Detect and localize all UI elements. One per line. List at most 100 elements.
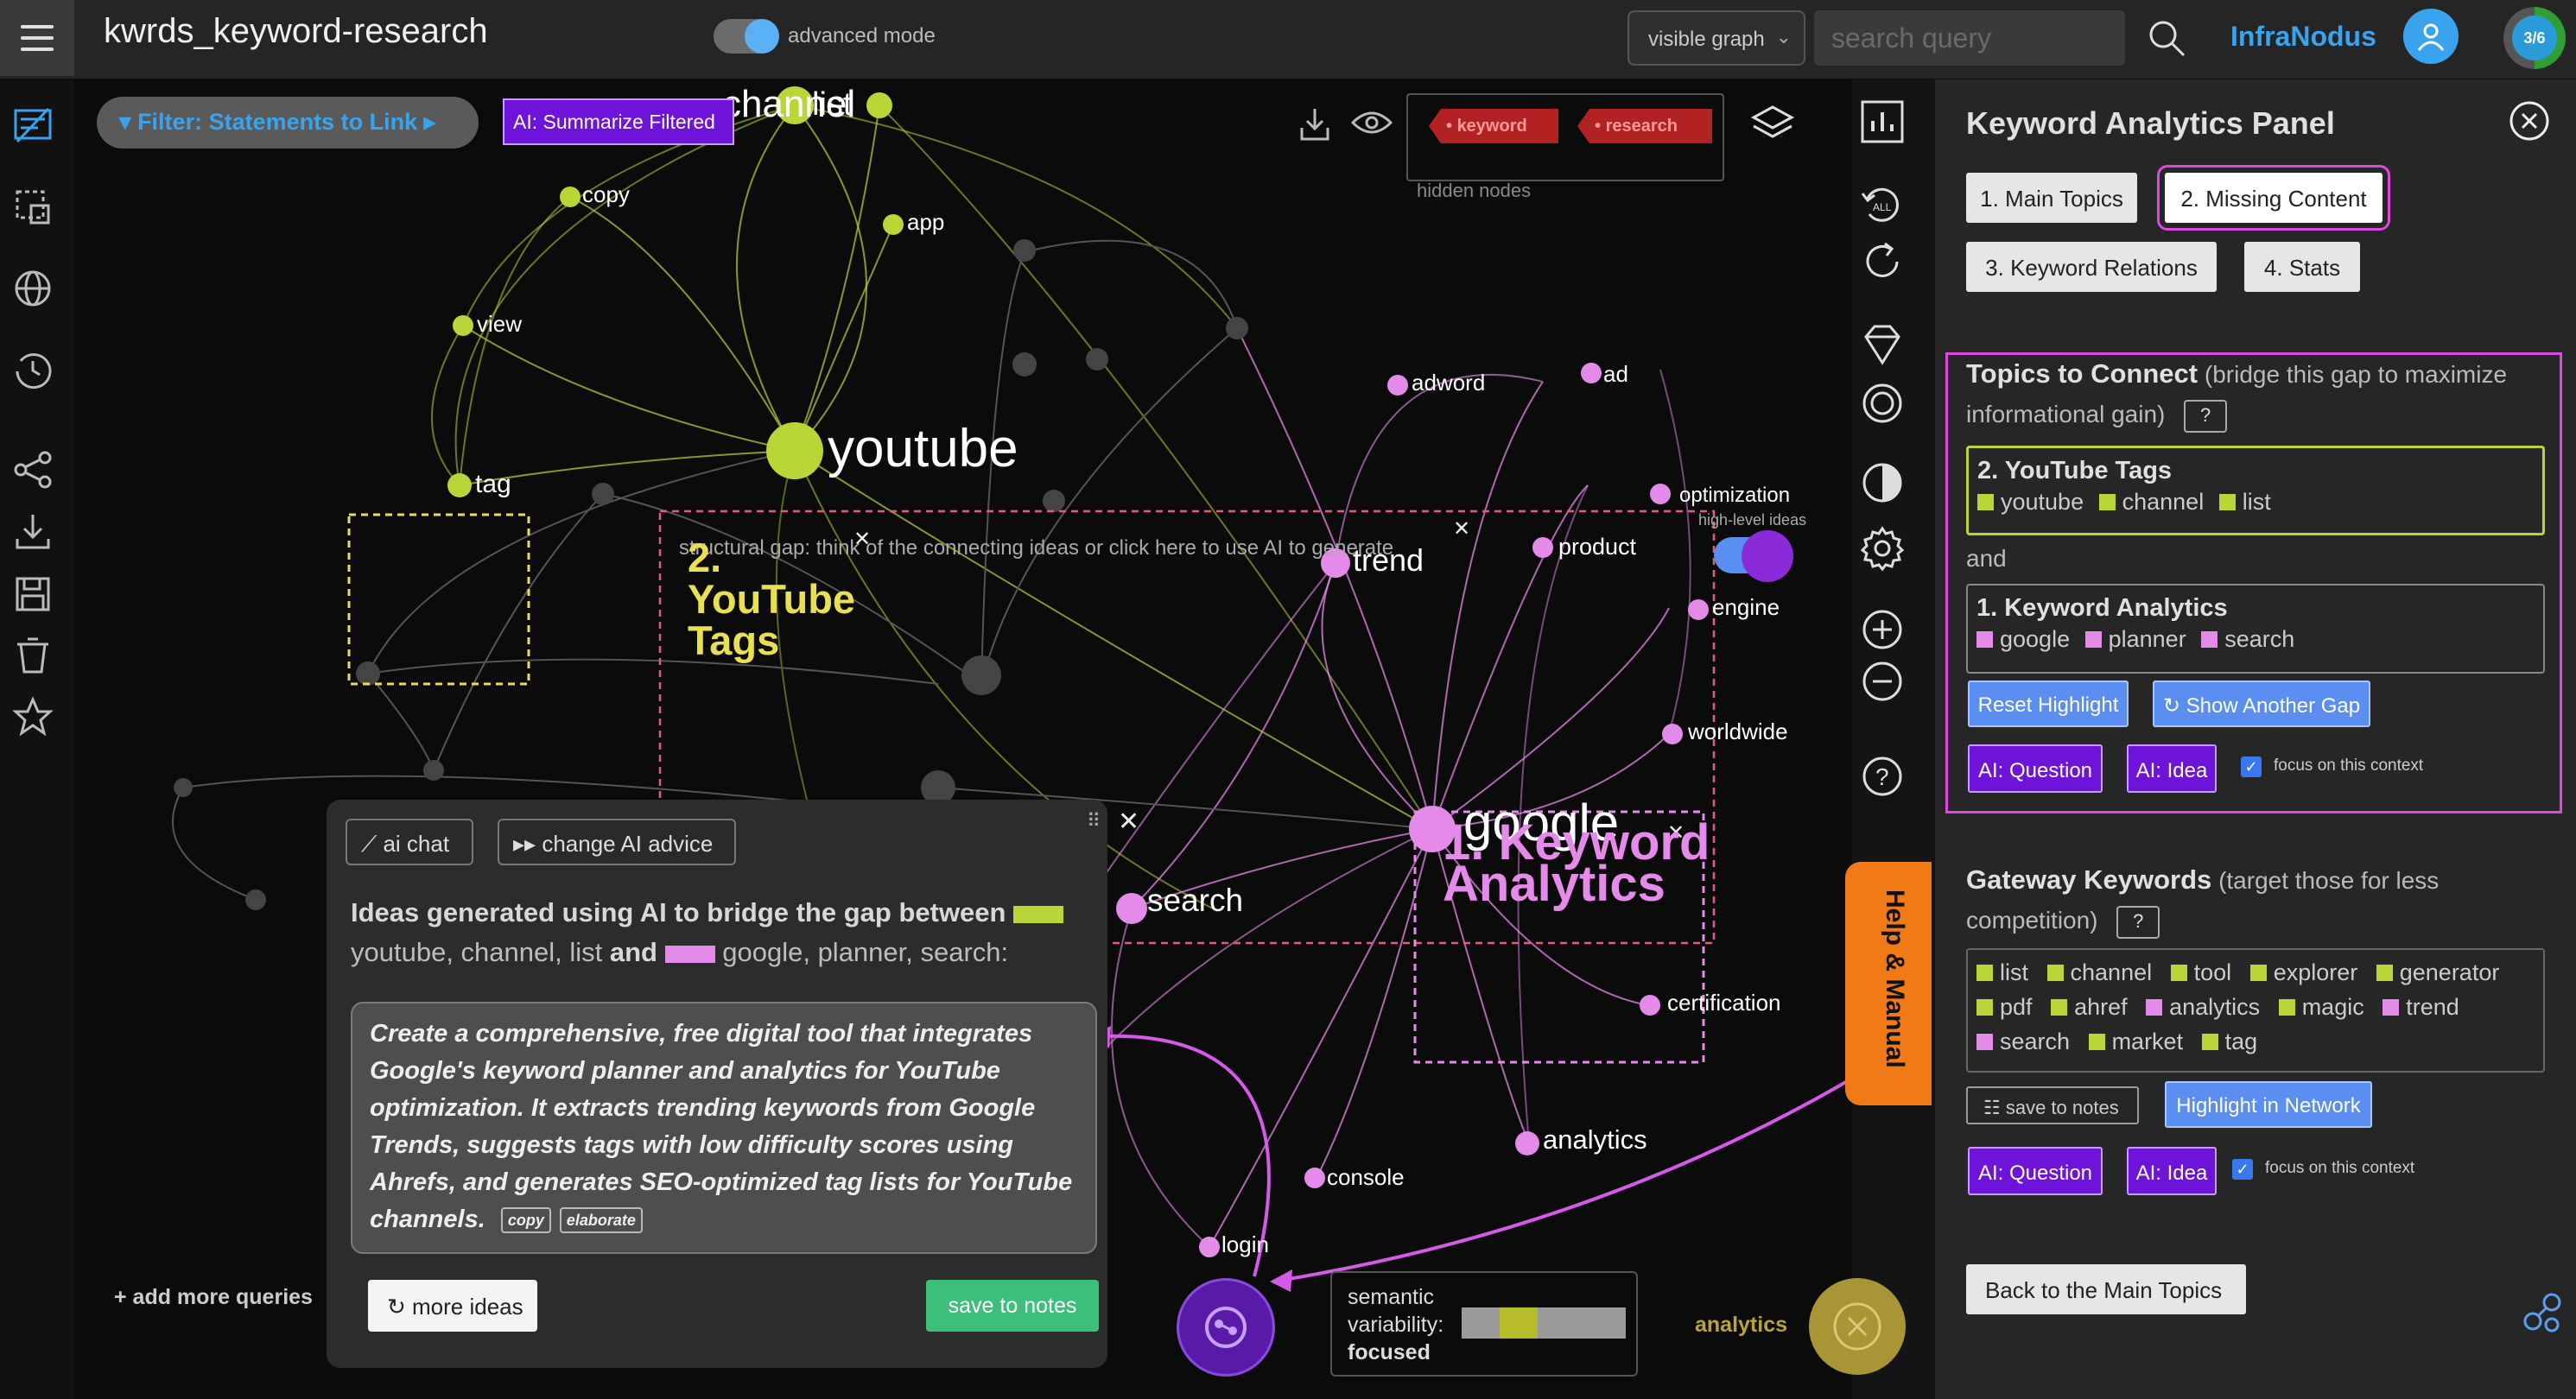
hamburger-menu-icon[interactable] [0,0,74,76]
change-ai-advice-button[interactable]: ▸▸ change AI advice [498,819,736,865]
panel-close-icon[interactable] [2509,100,2550,142]
topic-a-word[interactable]: youtube [2001,489,2084,515]
filter-statements-button[interactable]: ▾ Filter: Statements to Link ▸ [97,97,479,149]
ai-summarize-button[interactable]: AI: Summarize Filtered [503,98,734,145]
topic-a-word[interactable]: channel [2122,489,2205,515]
gateway-keyword[interactable]: channel [2046,959,2152,985]
gateway-keyword[interactable]: ahref [2051,994,2128,1020]
user-avatar-icon[interactable] [2403,9,2459,64]
tab-stats[interactable]: 4. Stats [2244,242,2360,292]
node-login[interactable]: login [1221,1231,1269,1258]
search-input[interactable] [1814,10,2125,66]
gateway-keyword[interactable]: market [2088,1029,2183,1054]
gateway-save-to-notes-button[interactable]: ☷ save to notes [1966,1086,2139,1124]
gateway-keyword[interactable]: analytics [2146,994,2260,1020]
popup-close-icon[interactable]: ✕ [1118,807,1139,837]
topic-b-word[interactable]: google [2000,626,2070,652]
download-icon[interactable] [12,511,54,553]
node-view[interactable]: view [477,311,522,338]
more-ideas-button[interactable]: ↻ more ideas [368,1280,537,1332]
target-icon[interactable] [1859,380,1906,427]
export-icon[interactable] [1299,107,1330,142]
topic-b-word[interactable]: search [2224,626,2294,652]
gateway-ai-question-button[interactable]: AI: Question [1968,1147,2103,1195]
node-worldwide[interactable]: worldwide [1688,718,1788,745]
copy-button[interactable]: copy [500,1207,551,1234]
add-more-queries-link[interactable]: + add more queries [114,1285,313,1310]
tab-keyword-relations[interactable]: 3. Keyword Relations [1966,242,2217,292]
node-youtube[interactable]: youtube [828,418,1018,479]
node-analytics[interactable]: analytics [1543,1124,1647,1155]
bottom-analytics-label[interactable]: analytics [1695,1313,1787,1338]
layers-icon[interactable] [1750,102,1795,147]
cluster-label-youtube-tags[interactable]: 2. YouTube Tags [688,537,886,662]
topic-card-keyword-analytics[interactable]: 1. Keyword Analytics google planner sear… [1966,584,2545,674]
gateway-keyword[interactable]: trend [2382,994,2459,1020]
contrast-icon[interactable] [1859,459,1906,506]
gateway-keyword[interactable]: generator [2376,959,2499,985]
elaborate-button[interactable]: elaborate [559,1207,643,1234]
diamond-icon[interactable] [1859,321,1906,368]
topic-b-word[interactable]: planner [2109,626,2186,652]
node-console[interactable]: console [1327,1164,1405,1191]
gateway-keyword[interactable]: explorer [2249,959,2357,985]
ai-question-button[interactable]: AI: Question [1968,744,2103,793]
help-question-icon[interactable]: ? [1859,753,1906,800]
share-icon[interactable] [12,449,54,491]
search-icon[interactable] [2146,17,2187,59]
network-icon[interactable] [2521,1290,2566,1335]
graph-title[interactable]: kwrds_keyword-research [104,12,488,51]
reset-all-icon[interactable]: ALL [1859,181,1906,228]
gateway-keyword[interactable]: search [1976,1029,2070,1054]
topics-help-button[interactable]: ? [2184,399,2228,433]
drag-handle-icon[interactable]: ⠿ [1087,810,1101,832]
star-icon[interactable] [12,696,54,737]
save-to-notes-button[interactable]: save to notes [926,1280,1099,1332]
zoom-out-icon[interactable] [1859,658,1906,705]
history-icon[interactable] [12,349,54,390]
advanced-mode-toggle[interactable] [714,19,779,54]
hidden-node-chip[interactable]: • keyword [1429,109,1558,143]
gateway-keyword[interactable]: tag [2201,1029,2257,1054]
eye-icon[interactable] [1351,109,1393,136]
tab-missing-content[interactable]: 2. Missing Content [2157,165,2390,231]
node-search[interactable]: search [1147,883,1243,919]
gateway-focus-context-checkbox[interactable]: ✓ [2232,1159,2253,1180]
trash-icon[interactable] [12,636,54,677]
save-icon[interactable] [12,573,54,615]
graph-view-select[interactable]: visible graph ⌄ [1627,10,1805,66]
ai-assistant-icon[interactable] [1177,1278,1275,1377]
text-editor-icon[interactable] [12,105,54,147]
node-ad[interactable]: ad [1603,361,1628,388]
brand-logo[interactable]: InfraNodus [2230,21,2376,53]
node-copy[interactable]: copy [582,181,630,208]
zoom-in-icon[interactable] [1859,606,1906,653]
gateway-ai-idea-button[interactable]: AI: Idea [2127,1147,2217,1195]
tab-main-topics[interactable]: 1. Main Topics [1966,173,2137,223]
ai-chat-button[interactable]: ⟋ ai chat [346,819,473,865]
show-another-gap-button[interactable]: ↻ Show Another Gap [2153,681,2370,727]
ai-idea-button[interactable]: AI: Idea [2127,744,2217,793]
back-to-main-topics-button[interactable]: Back to the Main Topics [1966,1264,2246,1314]
progress-badge[interactable]: 3/6 [2503,7,2566,69]
gateway-keyword[interactable]: list [1976,959,2028,985]
node-list[interactable]: list [812,86,852,123]
focus-context-checkbox[interactable]: ✓ [2241,756,2262,777]
node-tag[interactable]: tag [475,470,511,499]
node-optimization[interactable]: optimization [1679,484,1790,508]
topic-card-youtube-tags[interactable]: 2. YouTube Tags youtube channel list [1966,446,2545,535]
highlight-in-network-button[interactable]: Highlight in Network [2165,1081,2372,1128]
node-app[interactable]: app [907,209,944,236]
settings-gear-icon[interactable] [1859,525,1906,572]
gateway-keyword[interactable]: tool [2170,959,2231,985]
node-product[interactable]: product [1558,534,1636,560]
close-circle-icon[interactable] [1809,1278,1906,1375]
hidden-node-chip[interactable]: • research [1577,109,1712,143]
node-engine[interactable]: engine [1712,594,1780,621]
gateway-keyword[interactable]: pdf [1976,994,2033,1020]
stats-chart-icon[interactable] [1859,98,1906,145]
ai-idea-text-box[interactable]: Create a comprehensive, free digital too… [351,1002,1097,1254]
refresh-icon[interactable] [1859,238,1906,285]
gateway-help-button[interactable]: ? [2116,905,2160,939]
gateway-keyword[interactable]: magic [2278,994,2364,1020]
